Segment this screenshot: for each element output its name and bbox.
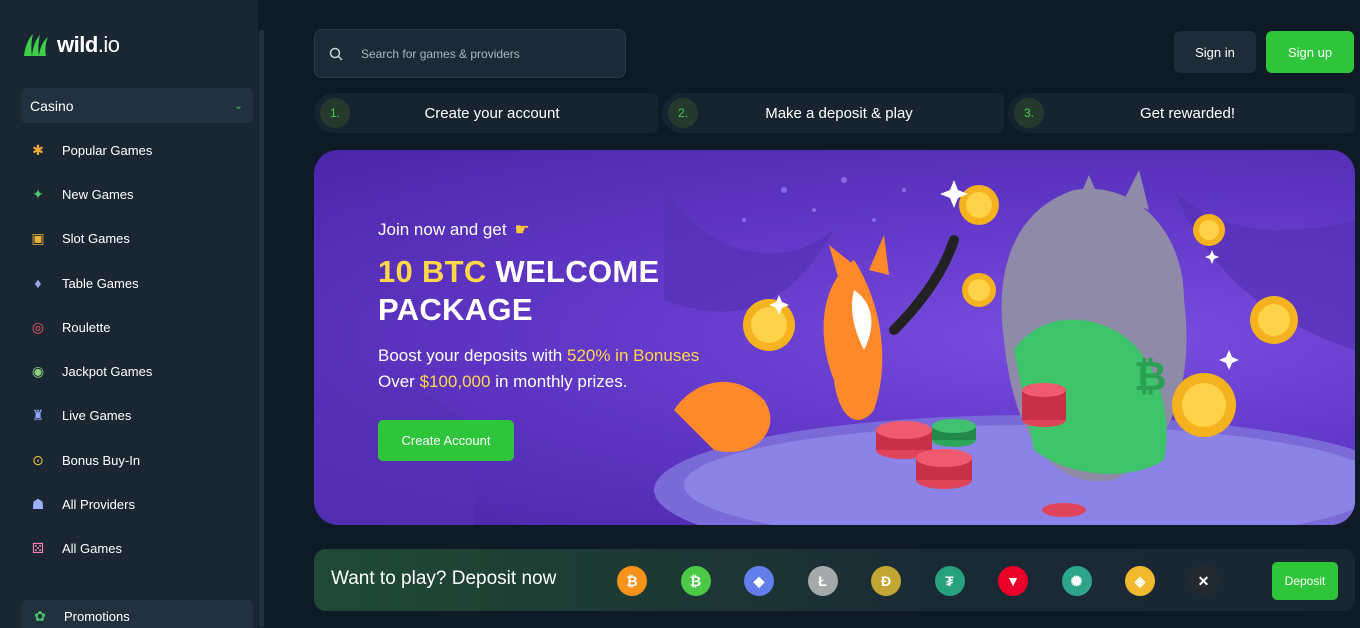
sidebar-item-all-games[interactable]: ⚄ All Games	[28, 527, 252, 571]
pointing-hand-icon: ☛	[514, 220, 530, 239]
sidebar-item-table-games[interactable]: ♦ Table Games	[28, 261, 252, 305]
brand-logo[interactable]: wild.io	[21, 32, 120, 58]
svg-text:₿: ₿	[1134, 355, 1167, 399]
category-label: Casino	[30, 97, 74, 114]
banner-title: 10 BTC WELCOME PACKAGE	[378, 253, 660, 329]
slot-machine-icon: ▣	[31, 230, 45, 247]
welcome-banner: ₿ Join now and get ☛ 10 BTC WELCOME PACK…	[314, 150, 1355, 525]
sidebar-scrollbar[interactable]	[259, 30, 264, 628]
sidebar-item-label: All Games	[62, 541, 122, 557]
title-rest: WELCOME	[486, 254, 660, 289]
title-line2: PACKAGE	[378, 292, 533, 327]
cardano-icon[interactable]: ✺	[1061, 566, 1092, 596]
sidebar-item-live-games[interactable]: ♜ Live Games	[28, 394, 252, 438]
sidebar-item-bonus-buy-in[interactable]: ⊙ Bonus Buy-In	[28, 438, 252, 482]
sidebar-item-slot-games[interactable]: ▣ Slot Games	[28, 217, 252, 261]
sign-in-button[interactable]: Sign in	[1174, 31, 1256, 73]
sub-text: Over	[378, 372, 420, 391]
banner-subtitle: Boost your deposits with 520% in Bonuses…	[378, 343, 699, 395]
search-icon	[329, 47, 343, 61]
promotions-icon: ✿	[34, 607, 46, 624]
sidebar-item-label: All Providers	[62, 497, 135, 513]
sidebar-item-label: Slot Games	[62, 231, 130, 247]
sidebar-item-label: New Games	[62, 186, 134, 202]
sidebar-item-label: Live Games	[62, 408, 132, 424]
sidebar: wild.io Casino ⌄ ✱ Popular Games ✦ New G…	[0, 0, 258, 628]
sidebar-item-label: Promotions	[64, 608, 130, 624]
tron-icon[interactable]: ▼	[998, 566, 1028, 596]
deposit-button[interactable]: Deposit	[1272, 562, 1338, 600]
sidebar-item-label: Popular Games	[62, 142, 153, 158]
step-number: 2.	[668, 98, 698, 128]
sidebar-item-roulette[interactable]: ◎ Roulette	[28, 305, 252, 349]
claw-logo-icon	[24, 34, 48, 56]
step-number: 1.	[320, 98, 350, 128]
banner-illustration: ₿	[314, 170, 1355, 525]
step-get-rewarded: 3. Get rewarded!	[1008, 93, 1355, 133]
sub-text: Boost your deposits with	[378, 346, 567, 365]
category-select[interactable]: Casino ⌄	[21, 88, 253, 123]
banner-kicker-text: Join now and get	[378, 220, 507, 239]
app-frame: wild.io Casino ⌄ ✱ Popular Games ✦ New G…	[0, 0, 1360, 628]
binance-coin-icon[interactable]: ◈	[1125, 566, 1155, 596]
sidebar-item-new-games[interactable]: ✦ New Games	[28, 172, 252, 216]
sidebar-item-label: Table Games	[62, 275, 139, 291]
live-icon: ♜	[31, 407, 45, 424]
deposit-bar: Want to play? Deposit now ₿ ₿ ◆ Ł Ð ₮ ▼ ✺ ◈ ✕ Dep…	[314, 549, 1355, 611]
sidebar-item-all-providers[interactable]: ☗ All Providers	[28, 482, 252, 526]
sidebar-item-popular-games[interactable]: ✱ Popular Games	[28, 128, 252, 172]
step-number: 3.	[1014, 98, 1044, 128]
bitcoin-icon[interactable]: ₿	[617, 566, 647, 596]
sidebar-nav: ✱ Popular Games ✦ New Games ▣ Slot Games…	[28, 128, 252, 571]
providers-icon: ☗	[31, 496, 45, 513]
ripple-icon[interactable]: ✕	[1188, 566, 1219, 596]
brand-name: wild.io	[57, 32, 120, 57]
bonus-icon: ⊙	[32, 451, 44, 468]
deposit-prompt: Want to play? Deposit now	[331, 568, 557, 589]
cards-icon: ♦	[34, 275, 42, 292]
sign-up-button[interactable]: Sign up	[1266, 31, 1354, 73]
dice-icon: ⚄	[31, 540, 45, 557]
step-make-deposit: 2. Make a deposit & play	[662, 93, 1004, 133]
step-label: Get rewarded!	[1139, 104, 1236, 122]
star-icon: ✱	[32, 141, 44, 158]
ethereum-icon[interactable]: ◆	[744, 566, 774, 596]
sub-highlight: 520% in Bonuses	[566, 346, 700, 365]
sidebar-item-promotions[interactable]: ✿ Promotions	[21, 600, 253, 628]
sparkle-icon: ✦	[32, 185, 44, 202]
crypto-coin-list: ₿ ₿ ◆ Ł Ð ₮ ▼ ✺ ◈ ✕	[617, 566, 1219, 596]
step-label: Make a deposit & play	[765, 104, 913, 122]
litecoin-icon[interactable]: Ł	[807, 566, 838, 596]
sidebar-item-label: Roulette	[62, 319, 111, 335]
banner-kicker: Join now and get ☛	[378, 220, 530, 240]
jackpot-icon: ◉	[31, 363, 45, 380]
create-account-button[interactable]: Create Account	[378, 420, 514, 461]
search-box[interactable]	[314, 29, 626, 78]
dogecoin-icon[interactable]: Ð	[871, 566, 901, 596]
sidebar-item-jackpot-games[interactable]: ◉ Jackpot Games	[28, 349, 252, 393]
tether-icon[interactable]: ₮	[934, 566, 965, 596]
search-input[interactable]	[361, 46, 591, 61]
bitcoin-cash-icon[interactable]: ₿	[680, 566, 711, 596]
title-highlight: 10 BTC	[378, 254, 487, 289]
sub-highlight: $100,000	[419, 372, 491, 391]
sidebar-item-label: Bonus Buy-In	[62, 452, 141, 468]
sidebar-item-label: Jackpot Games	[62, 364, 153, 380]
sub-text: in monthly prizes.	[490, 372, 628, 391]
roulette-icon: ◎	[31, 318, 45, 335]
step-label: Create your account	[424, 104, 560, 122]
chevron-down-icon: ⌄	[233, 100, 243, 112]
step-create-account: 1. Create your account	[314, 93, 658, 133]
